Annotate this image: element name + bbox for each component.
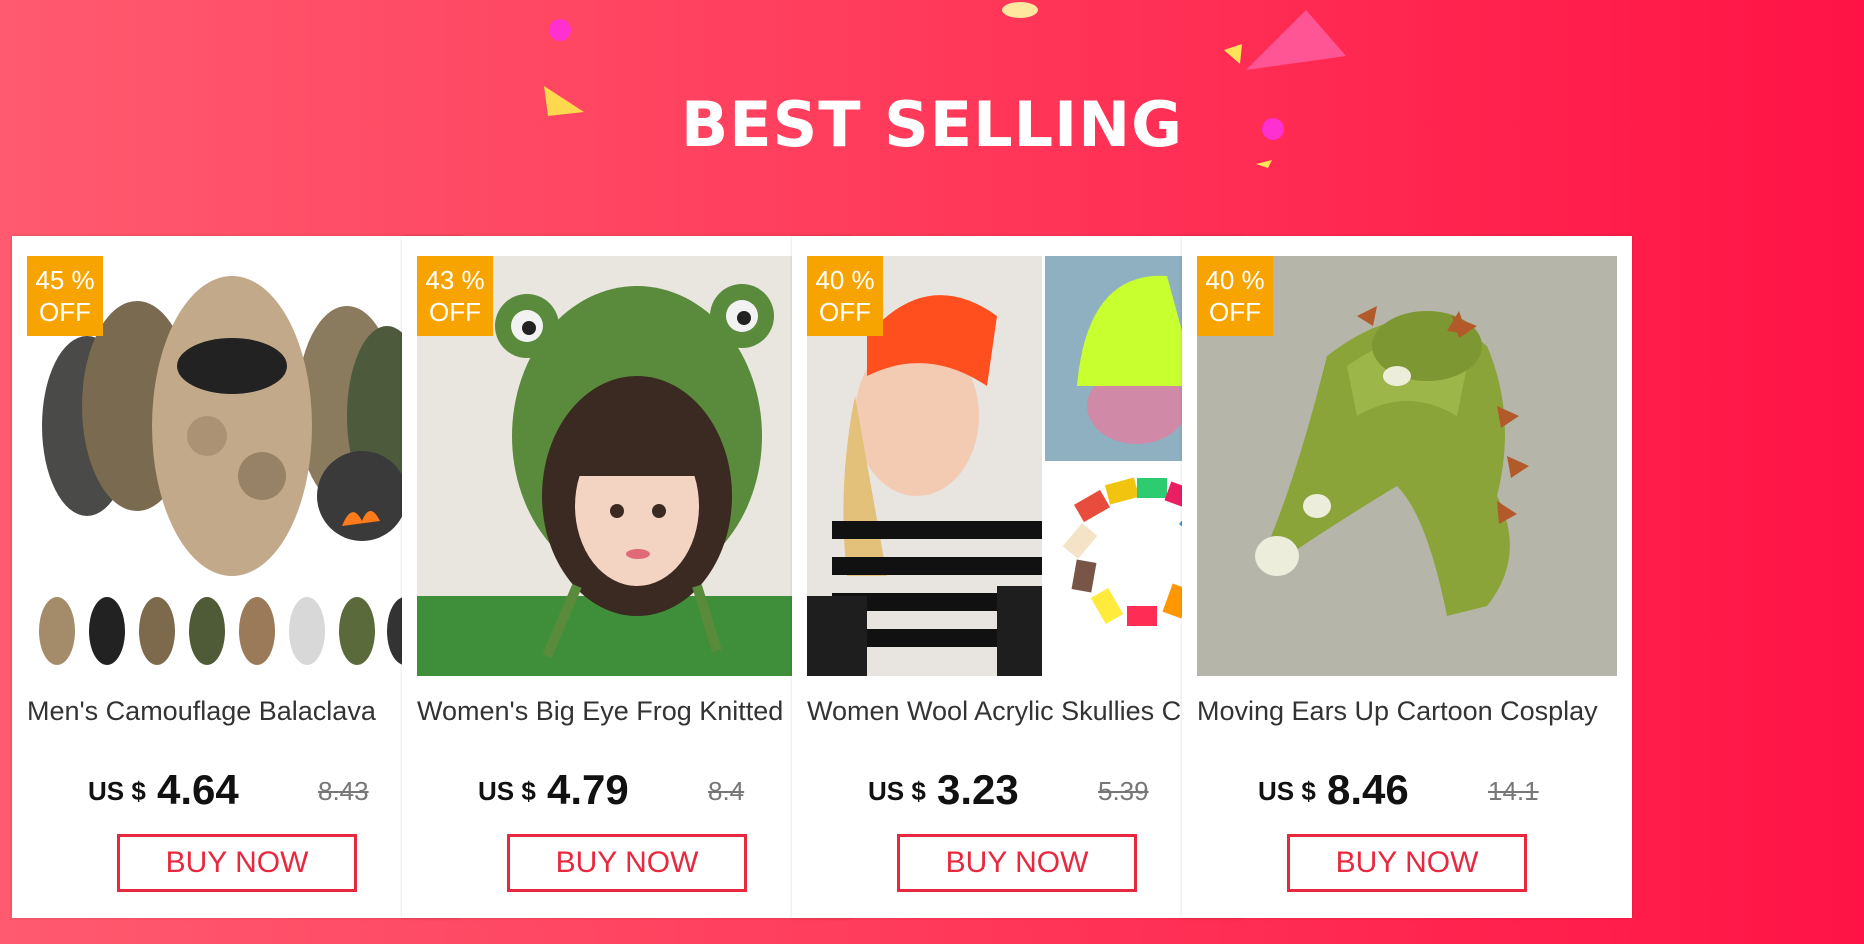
- discount-off-label: OFF: [39, 297, 91, 327]
- buy-now-button[interactable]: BUY NOW: [507, 834, 747, 892]
- discount-badge: 43 % OFF: [417, 256, 493, 336]
- currency-label: US $: [88, 776, 146, 806]
- buy-now-button[interactable]: BUY NOW: [117, 834, 357, 892]
- confetti-decoration: [548, 15, 578, 50]
- product-card[interactable]: 43 % OFF Women's Big Eye Frog Knitted US…: [402, 236, 852, 918]
- discount-percent: 43 %: [425, 265, 485, 295]
- discount-off-label: OFF: [1209, 297, 1261, 327]
- price-row: US $ 8.46 14.1: [1182, 766, 1632, 816]
- product-image[interactable]: 43 % OFF: [417, 256, 837, 676]
- confetti-decoration: [1236, 0, 1356, 85]
- original-price: 14.1: [1488, 776, 1539, 806]
- product-title[interactable]: Women's Big Eye Frog Knitted: [417, 696, 847, 727]
- product-image[interactable]: 40 % OFF: [1197, 256, 1617, 676]
- confetti-decoration: [1000, 0, 1040, 35]
- product-image[interactable]: 45 % OFF: [27, 256, 447, 676]
- product-title[interactable]: Men's Camouflage Balaclava: [27, 696, 457, 727]
- product-card[interactable]: 40 % OFF Moving Ears Up Cartoon Cosplay …: [1182, 236, 1632, 918]
- original-price: 5.39: [1098, 776, 1149, 806]
- sale-price: 4.79: [547, 766, 629, 813]
- discount-percent: 45 %: [35, 265, 95, 295]
- sale-price: 3.23: [937, 766, 1019, 813]
- product-image[interactable]: 40 % OFF: [807, 256, 1227, 676]
- price-row: US $ 4.64 8.43: [12, 766, 462, 816]
- banner: BEST SELLING: [0, 0, 1864, 236]
- product-card[interactable]: 40 % OFF Women Wool Acrylic Skullies Cap…: [792, 236, 1242, 918]
- currency-label: US $: [1258, 776, 1316, 806]
- original-price: 8.43: [318, 776, 369, 806]
- currency-label: US $: [868, 776, 926, 806]
- discount-percent: 40 %: [1205, 265, 1265, 295]
- sale-price: 4.64: [157, 766, 239, 813]
- confetti-decoration: [1220, 40, 1250, 75]
- section-title: BEST SELLING: [680, 88, 1183, 161]
- discount-badge: 40 % OFF: [807, 256, 883, 336]
- discount-off-label: OFF: [429, 297, 481, 327]
- product-grid: 45 % OFF Men's Camouflage Balaclava US $…: [12, 236, 1862, 918]
- product-card[interactable]: 45 % OFF Men's Camouflage Balaclava US $…: [12, 236, 462, 918]
- discount-percent: 40 %: [815, 265, 875, 295]
- price-row: US $ 4.79 8.4: [402, 766, 852, 816]
- original-price: 8.4: [708, 776, 745, 806]
- sale-price: 8.46: [1327, 766, 1409, 813]
- discount-badge: 40 % OFF: [1197, 256, 1273, 336]
- buy-now-button[interactable]: BUY NOW: [1287, 834, 1527, 892]
- discount-badge: 45 % OFF: [27, 256, 103, 336]
- product-title[interactable]: Moving Ears Up Cartoon Cosplay: [1197, 696, 1627, 727]
- currency-label: US $: [478, 776, 536, 806]
- buy-now-button[interactable]: BUY NOW: [897, 834, 1137, 892]
- price-row: US $ 3.23 5.39: [792, 766, 1242, 816]
- product-title[interactable]: Women Wool Acrylic Skullies Cap: [807, 696, 1237, 727]
- discount-off-label: OFF: [819, 297, 871, 327]
